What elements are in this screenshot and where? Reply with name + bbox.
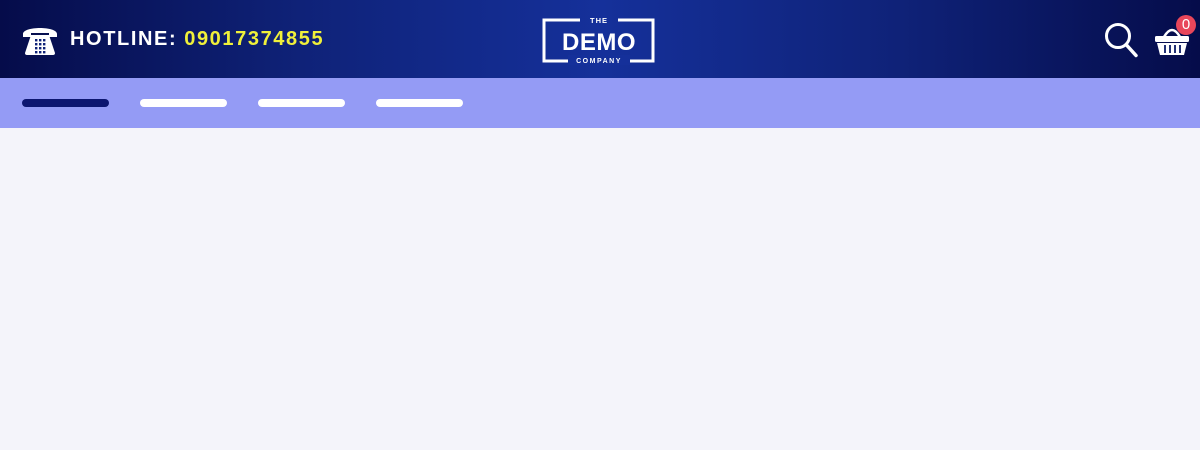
main-nav: [0, 78, 1200, 128]
logo-top-text: THE: [590, 16, 608, 25]
hotline[interactable]: HOTLINE: 09017374855: [20, 20, 324, 58]
company-logo[interactable]: THE DEMO COMPANY: [542, 12, 656, 68]
hotline-label: HOTLINE:: [70, 27, 178, 50]
cart-button[interactable]: 0: [1152, 15, 1198, 60]
logo-main-text: DEMO: [562, 29, 636, 56]
site-header: HOTLINE: 09017374855 THE DEMO COMPANY 0: [0, 0, 1200, 78]
nav-item-1[interactable]: [22, 99, 109, 107]
logo-bottom-text: COMPANY: [576, 58, 622, 65]
nav-item-3[interactable]: [258, 99, 345, 107]
hotline-number[interactable]: 09017374855: [184, 28, 324, 51]
nav-item-2[interactable]: [140, 99, 227, 107]
telephone-icon: [20, 22, 60, 56]
cart-count-badge: 0: [1176, 15, 1196, 35]
main-content: [0, 128, 1200, 450]
nav-item-4[interactable]: [376, 99, 463, 107]
search-icon[interactable]: [1104, 22, 1138, 58]
